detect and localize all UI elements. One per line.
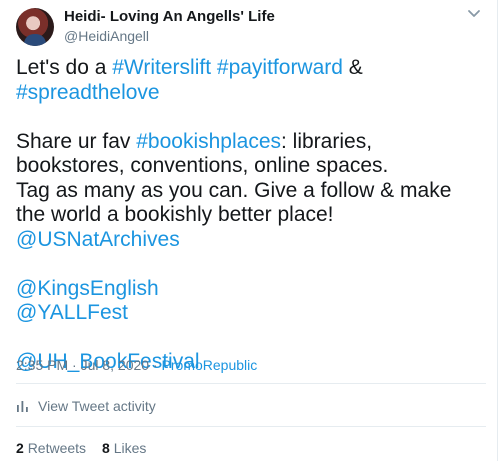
view-activity-label: View Tweet activity — [38, 398, 156, 414]
mention-yallfest[interactable]: @YALLFest — [16, 301, 128, 324]
hashtag-payitforward[interactable]: #payitforward — [217, 56, 343, 79]
text-segment: Share ur fav — [16, 129, 137, 153]
retweets-label: Retweets — [27, 440, 87, 456]
hashtag-writerslift[interactable]: #Writerslift — [112, 56, 211, 79]
tweet-line-2: Share ur fav #bookishplaces: libraries, … — [16, 130, 486, 179]
retweets-count[interactable]: 2 Retweets — [16, 440, 86, 456]
text-segment: & — [342, 56, 363, 79]
engagement-counts: 2 Retweets 8 Likes — [16, 440, 146, 456]
likes-count[interactable]: 8 Likes — [102, 440, 146, 456]
hashtag-bookishplaces[interactable]: #bookishplaces — [136, 130, 281, 153]
divider — [16, 383, 486, 384]
author-handle[interactable]: @HeidiAngell — [64, 28, 149, 44]
tweet-line-1: Let's do a #Writerslift #payitforward & … — [16, 56, 486, 105]
tweet-meta: 2:35 PM · Jul 8, 2020 · PromoRepublic — [16, 357, 257, 373]
text-segment: Let's do a — [16, 56, 113, 79]
meta-separator: · — [149, 357, 162, 373]
more-options-caret[interactable] — [466, 8, 482, 20]
bar-chart-icon — [17, 401, 28, 412]
divider — [16, 426, 486, 427]
tweet-line-3: Tag as many as you can. Give a follow & … — [16, 178, 452, 227]
view-activity-link[interactable]: View Tweet activity — [16, 398, 156, 414]
avatar-shirt — [24, 34, 46, 46]
chevron-down-icon — [468, 10, 480, 17]
retweets-number: 2 — [16, 440, 24, 456]
likes-label: Likes — [113, 440, 147, 456]
author-display-name[interactable]: Heidi- Loving An Angells' Life — [64, 8, 275, 25]
tweet-detail: Heidi- Loving An Angells' Life @HeidiAng… — [0, 0, 498, 461]
source-link[interactable]: PromoRepublic — [162, 357, 258, 373]
tweet-text: Let's do a #Writerslift #payitforward & … — [16, 56, 486, 375]
hashtag-spreadthelove[interactable]: #spreadthelove — [16, 81, 160, 104]
likes-number: 8 — [102, 440, 110, 456]
timestamp[interactable]: 2:35 PM · Jul 8, 2020 — [16, 357, 149, 373]
avatar[interactable] — [16, 8, 54, 46]
mention-usnatarchives[interactable]: @USNatArchives — [16, 228, 180, 251]
mention-kingsenglish[interactable]: @KingsEnglish — [16, 277, 159, 300]
